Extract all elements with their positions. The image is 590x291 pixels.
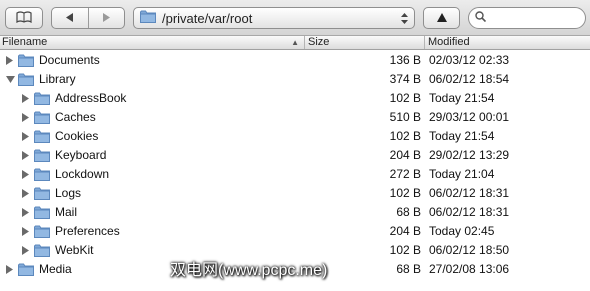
- file-modified: 06/02/12 18:50: [429, 243, 510, 257]
- disclosure-triangle-icon[interactable]: [21, 89, 31, 108]
- file-size: 102 B: [389, 91, 421, 105]
- disclosure-triangle-icon[interactable]: [21, 203, 31, 222]
- file-name: WebKit: [55, 243, 94, 257]
- file-size: 374 B: [389, 72, 421, 86]
- updown-arrows-icon: [401, 12, 408, 24]
- disclosure-triangle-icon[interactable]: [21, 146, 31, 165]
- folder-icon: [140, 10, 156, 26]
- file-size: 204 B: [389, 148, 421, 162]
- column-filename-label: Filename: [2, 36, 48, 48]
- file-size: 102 B: [389, 129, 421, 143]
- disclosure-triangle-icon[interactable]: [5, 70, 15, 89]
- path-text: /private/var/root: [162, 10, 253, 26]
- file-row[interactable]: Keyboard 204 B 29/02/12 13:29: [0, 146, 590, 165]
- file-row[interactable]: Preferences 204 B Today 02:45: [0, 222, 590, 241]
- file-size: 204 B: [389, 224, 421, 238]
- folder-icon: [34, 225, 50, 238]
- file-size: 510 B: [389, 110, 421, 124]
- disclosure-triangle-icon[interactable]: [21, 165, 31, 184]
- folder-icon: [34, 130, 50, 143]
- disclosure-triangle-icon[interactable]: [21, 127, 31, 146]
- bookmarks-button[interactable]: [5, 7, 43, 29]
- triangle-right-icon: [102, 11, 111, 25]
- file-name: Lockdown: [55, 167, 110, 181]
- file-modified: 06/02/12 18:31: [429, 186, 510, 200]
- column-header: Filename ▲ Size Modified: [0, 36, 590, 50]
- file-row[interactable]: Lockdown 272 B Today 21:04: [0, 165, 590, 184]
- parent-folder-button[interactable]: [423, 7, 460, 29]
- navigation-buttons: [51, 7, 125, 29]
- search-input[interactable]: [490, 10, 584, 26]
- disclosure-triangle-icon[interactable]: [21, 184, 31, 203]
- file-name: Caches: [55, 110, 96, 124]
- toolbar: /private/var/root: [0, 0, 590, 36]
- search-icon: [475, 11, 487, 25]
- file-name: Documents: [39, 53, 100, 67]
- folder-icon: [18, 263, 34, 276]
- file-name: Preferences: [55, 224, 120, 238]
- triangle-up-icon: [436, 11, 447, 25]
- disclosure-triangle-icon[interactable]: [21, 241, 31, 260]
- folder-icon: [18, 54, 34, 67]
- triangle-left-icon: [65, 11, 74, 25]
- file-name: Mail: [55, 205, 78, 219]
- column-modified[interactable]: Modified: [425, 36, 590, 49]
- column-size[interactable]: Size: [305, 36, 425, 49]
- folder-icon: [18, 73, 34, 86]
- book-icon: [16, 10, 32, 26]
- file-modified: Today 21:54: [429, 129, 495, 143]
- folder-icon: [34, 149, 50, 162]
- file-modified: 06/02/12 18:31: [429, 205, 510, 219]
- folder-icon: [34, 244, 50, 257]
- column-modified-label: Modified: [428, 36, 470, 48]
- file-modified: 29/02/12 13:29: [429, 148, 510, 162]
- column-size-label: Size: [308, 36, 330, 48]
- folder-icon: [34, 206, 50, 219]
- file-size: 68 B: [396, 205, 421, 219]
- file-modified: Today 21:04: [429, 167, 495, 181]
- file-name: Cookies: [55, 129, 99, 143]
- file-modified: 02/03/12 02:33: [429, 53, 510, 67]
- back-button[interactable]: [52, 8, 89, 28]
- file-row[interactable]: Cookies 102 B Today 21:54: [0, 127, 590, 146]
- folder-icon: [34, 187, 50, 200]
- file-modified: 29/03/12 00:01: [429, 110, 510, 124]
- file-row[interactable]: Logs 102 B 06/02/12 18:31: [0, 184, 590, 203]
- file-name: Media: [39, 262, 72, 276]
- search-field[interactable]: [468, 7, 586, 29]
- file-row[interactable]: Caches 510 B 29/03/12 00:01: [0, 108, 590, 127]
- file-name: Keyboard: [55, 148, 107, 162]
- file-row[interactable]: AddressBook 102 B Today 21:54: [0, 89, 590, 108]
- file-size: 102 B: [389, 186, 421, 200]
- file-list: Documents 136 B 02/03/12 02:33 Library 3…: [0, 51, 590, 279]
- file-name: Library: [39, 72, 76, 86]
- disclosure-triangle-icon[interactable]: [21, 108, 31, 127]
- file-modified: 06/02/12 18:54: [429, 72, 510, 86]
- path-selector[interactable]: /private/var/root: [133, 7, 415, 29]
- file-size: 136 B: [389, 53, 421, 67]
- disclosure-triangle-icon[interactable]: [5, 260, 15, 279]
- column-filename[interactable]: Filename ▲: [0, 36, 305, 49]
- sort-ascending-icon: ▲: [291, 38, 299, 47]
- file-modified: 27/02/08 13:06: [429, 262, 510, 276]
- file-modified: Today 02:45: [429, 224, 495, 238]
- file-name: AddressBook: [55, 91, 127, 105]
- file-name: Logs: [55, 186, 82, 200]
- file-row[interactable]: Library 374 B 06/02/12 18:54: [0, 70, 590, 89]
- disclosure-triangle-icon[interactable]: [21, 222, 31, 241]
- file-modified: Today 21:54: [429, 91, 495, 105]
- folder-icon: [34, 168, 50, 181]
- file-row[interactable]: Documents 136 B 02/03/12 02:33: [0, 51, 590, 70]
- forward-button[interactable]: [89, 8, 125, 28]
- file-size: 272 B: [389, 167, 421, 181]
- folder-icon: [34, 111, 50, 124]
- file-row[interactable]: Mail 68 B 06/02/12 18:31: [0, 203, 590, 222]
- watermark-text: 双电网(www.pcpc.me): [170, 262, 328, 279]
- folder-icon: [34, 92, 50, 105]
- disclosure-triangle-icon[interactable]: [5, 51, 15, 70]
